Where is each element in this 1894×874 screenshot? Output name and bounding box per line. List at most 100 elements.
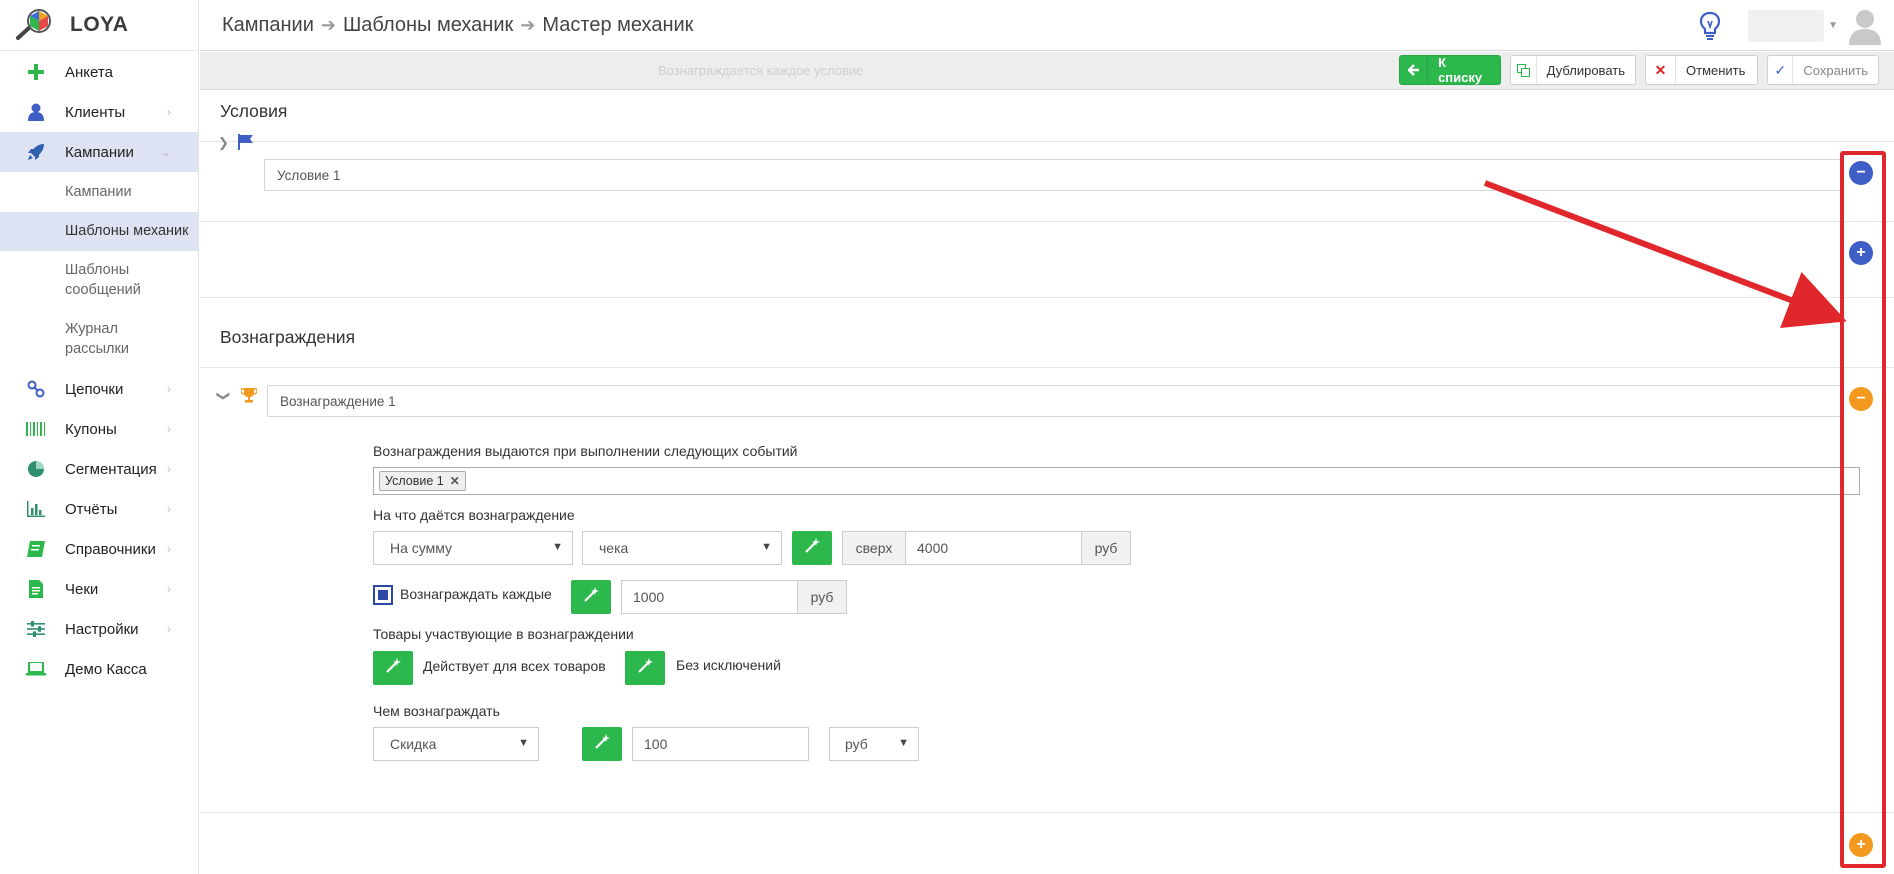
- sidebar-subitem-label: Шаблоны сообщений: [65, 262, 141, 298]
- chevron-right-icon: ›: [167, 502, 171, 516]
- plus-icon: +: [1856, 836, 1866, 853]
- sidebar-item-label: Чеки: [65, 580, 99, 598]
- sidebar-item-coupons[interactable]: Купоны ›: [0, 409, 198, 449]
- sidebar-item-label: Цепочки: [65, 380, 124, 398]
- divider: [200, 367, 1894, 368]
- reward-name-input[interactable]: Вознаграждение 1: [267, 385, 1841, 417]
- save-button[interactable]: ✓ Сохранить: [1767, 55, 1879, 85]
- add-reward-button[interactable]: +: [1849, 833, 1873, 857]
- sidebar-item-chains[interactable]: Цепочки ›: [0, 369, 198, 409]
- reward-value-input[interactable]: 100: [632, 727, 809, 761]
- sidebar-subitem-campaigns[interactable]: Кампании: [0, 172, 198, 212]
- remove-tag-icon[interactable]: ✕: [450, 474, 460, 488]
- chevron-right-icon: ›: [167, 105, 171, 119]
- cancel-button[interactable]: ✕ Отменить: [1645, 55, 1758, 85]
- magic-wand-icon: [804, 537, 820, 559]
- to-list-button[interactable]: К списку: [1399, 55, 1501, 85]
- divider: [200, 141, 1894, 142]
- over-prefix-addon: сверх: [842, 531, 906, 565]
- sliders-icon: [26, 619, 46, 639]
- sidebar-subitem-message-templates[interactable]: Шаблоны сообщений: [0, 251, 145, 310]
- target-object-select[interactable]: чека ▼: [582, 531, 782, 565]
- breadcrumb-mechanic-templates[interactable]: Шаблоны механик: [343, 14, 513, 37]
- save-label: Сохранить: [1803, 62, 1868, 78]
- reward-type-value: Скидка: [390, 736, 437, 752]
- add-condition-button[interactable]: +: [1849, 241, 1873, 265]
- sidebar-item-settings[interactable]: Настройки ›: [0, 609, 198, 649]
- events-tags-input[interactable]: Условие 1 ✕: [373, 467, 1860, 495]
- receipt-icon: [26, 579, 46, 599]
- plus-icon: [26, 62, 46, 82]
- magic-wand-button[interactable]: [373, 651, 413, 685]
- sidebar-subitem-mailing-log[interactable]: Журнал рассылки: [0, 310, 135, 369]
- over-prefix-label: сверх: [855, 540, 893, 556]
- breadcrumb: Кампании ➔ Шаблоны механик ➔ Мастер меха…: [222, 14, 693, 37]
- over-value-input[interactable]: 4000: [905, 531, 1082, 565]
- chevron-down-icon: ⌄: [160, 145, 171, 159]
- logo-text: LOYA: [70, 13, 129, 36]
- caret-down-icon: ▼: [761, 541, 772, 553]
- sidebar-item-label: Отчёты: [65, 500, 118, 518]
- sidebar-item-reports[interactable]: Отчёты ›: [0, 489, 198, 529]
- check-icon: ✓: [1768, 56, 1794, 84]
- sidebar-item-demo-cash[interactable]: Демо Касса: [0, 649, 198, 689]
- sidebar-item-questionnaire[interactable]: Анкета: [0, 52, 198, 92]
- duplicate-button[interactable]: Дублировать: [1510, 55, 1636, 85]
- magic-wand-button[interactable]: [582, 727, 622, 761]
- sidebar-subitem-label: Шаблоны механик: [65, 223, 189, 239]
- chevron-down-icon[interactable]: ❯: [215, 391, 231, 402]
- remove-reward-button[interactable]: −: [1849, 387, 1873, 411]
- events-label: Вознаграждения выдаются при выполнении с…: [373, 443, 798, 459]
- every-value: 1000: [633, 589, 665, 605]
- currency-label: руб: [1094, 540, 1118, 556]
- caret-down-icon[interactable]: ▼: [1828, 20, 1838, 31]
- reward-every-label: Вознаграждать каждые: [400, 586, 552, 602]
- sidebar: LOYA Анкета Клиенты › Кампании ⌄ Кампани…: [0, 0, 199, 874]
- magic-wand-icon: [594, 733, 610, 755]
- bar-chart-icon: [26, 499, 46, 519]
- arrow-left-icon: [1400, 56, 1429, 84]
- reward-unit-value: руб: [845, 736, 868, 752]
- reward-every-checkbox[interactable]: [373, 585, 393, 605]
- chevron-right-icon: ›: [167, 382, 171, 396]
- magic-wand-button[interactable]: [792, 531, 832, 565]
- sidebar-item-label: Настройки: [65, 620, 139, 638]
- target-type-select[interactable]: На сумму ▼: [373, 531, 573, 565]
- magic-wand-button[interactable]: [571, 580, 611, 614]
- condition-name-input[interactable]: Условие 1: [264, 159, 1841, 191]
- minus-icon: −: [1856, 164, 1866, 181]
- sidebar-item-label: Справочники: [65, 540, 156, 558]
- logo-icon: [14, 8, 58, 42]
- magic-wand-button[interactable]: [625, 651, 665, 685]
- sidebar-item-references[interactable]: Справочники ›: [0, 529, 198, 569]
- lightbulb-icon[interactable]: [1698, 11, 1722, 41]
- checkbox-checked-mark: [378, 590, 388, 600]
- breadcrumb-campaigns[interactable]: Кампании: [222, 14, 314, 37]
- target-object-value: чека: [599, 540, 629, 556]
- reward-with-label: Чем вознаграждать: [373, 703, 500, 719]
- chevron-right-icon: ›: [167, 622, 171, 636]
- condition-name-value: Условие 1: [277, 167, 341, 183]
- avatar[interactable]: [1848, 7, 1882, 45]
- sidebar-item-label: Сегментация: [65, 460, 157, 478]
- sidebar-item-receipts[interactable]: Чеки ›: [0, 569, 198, 609]
- remove-condition-button[interactable]: −: [1849, 161, 1873, 185]
- breadcrumb-mechanic-wizard: Мастер механик: [542, 13, 694, 36]
- reward-type-select[interactable]: Скидка ▼: [373, 727, 539, 761]
- sidebar-subitem-mechanic-templates[interactable]: Шаблоны механик: [0, 212, 199, 251]
- products-exceptions-text: Без исключений: [676, 657, 781, 673]
- duplicate-label: Дублировать: [1546, 62, 1625, 78]
- sidebar-item-label: Анкета: [65, 63, 113, 81]
- reward-unit-select[interactable]: руб ▼: [829, 727, 919, 761]
- sidebar-item-clients[interactable]: Клиенты ›: [0, 92, 198, 132]
- action-toolbar: Вознаграждается каждое условие К списку …: [200, 52, 1894, 90]
- every-value-input[interactable]: 1000: [621, 580, 798, 614]
- sidebar-item-segmentation[interactable]: Сегментация ›: [0, 449, 198, 489]
- chevron-right-icon[interactable]: ❯: [218, 135, 229, 151]
- arrow-right-icon: ➔: [320, 14, 336, 35]
- sidebar-item-campaigns[interactable]: Кампании ⌄: [0, 132, 198, 172]
- reward-value: 100: [644, 736, 668, 752]
- over-value: 4000: [917, 540, 949, 556]
- user-name-placeholder[interactable]: [1748, 9, 1825, 42]
- logo[interactable]: LOYA: [0, 0, 198, 51]
